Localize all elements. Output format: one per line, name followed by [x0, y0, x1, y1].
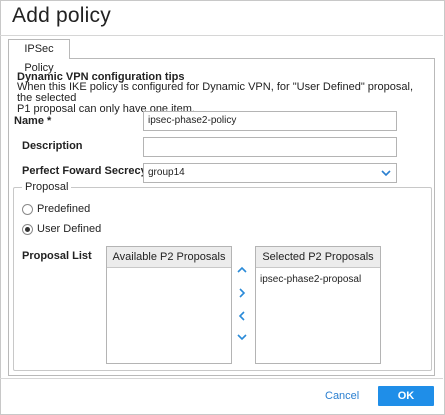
description-field[interactable]: [143, 137, 397, 157]
user-defined-radio[interactable]: [22, 224, 33, 235]
move-up-button[interactable]: [235, 264, 249, 278]
tips-line-1: When this IKE policy is configured for D…: [17, 81, 414, 104]
chevron-up-icon: [237, 266, 247, 273]
pfs-select[interactable]: group14: [143, 163, 397, 183]
chevron-down-icon: [381, 170, 391, 177]
description-label: Description: [22, 140, 83, 152]
dialog-title: Add policy: [12, 4, 111, 27]
user-defined-label[interactable]: User Defined: [37, 223, 101, 235]
ok-button[interactable]: OK: [378, 386, 434, 406]
proposal-legend: Proposal: [22, 181, 72, 193]
chevron-down-icon: [237, 334, 247, 341]
tab-strip-line: [8, 58, 435, 59]
selected-proposals-list[interactable]: Selected P2 Proposals ipsec-phase2-propo…: [255, 246, 381, 364]
predefined-label[interactable]: Predefined: [37, 203, 90, 215]
available-proposals-header: Available P2 Proposals: [107, 247, 231, 268]
tab-ipsec-policy[interactable]: IPSec Policy: [8, 39, 70, 74]
name-label: Name *: [14, 115, 52, 127]
predefined-radio[interactable]: [22, 204, 33, 215]
move-down-button[interactable]: [235, 331, 249, 345]
title-divider: [0, 35, 443, 36]
available-proposals-list[interactable]: Available P2 Proposals: [106, 246, 232, 364]
chevron-right-icon: [239, 288, 246, 298]
move-left-button[interactable]: [235, 310, 249, 324]
proposal-list-label: Proposal List: [22, 250, 92, 262]
footer-divider: [0, 378, 443, 379]
selected-proposals-header: Selected P2 Proposals: [256, 247, 380, 268]
list-item[interactable]: ipsec-phase2-proposal: [256, 268, 380, 285]
pfs-label: Perfect Foward Secrecy: [22, 165, 147, 177]
name-field[interactable]: ipsec-phase2-policy: [143, 111, 397, 131]
chevron-left-icon: [238, 311, 245, 321]
move-right-button[interactable]: [235, 287, 249, 301]
pfs-select-value: group14: [148, 167, 185, 178]
cancel-button[interactable]: Cancel: [325, 390, 359, 402]
